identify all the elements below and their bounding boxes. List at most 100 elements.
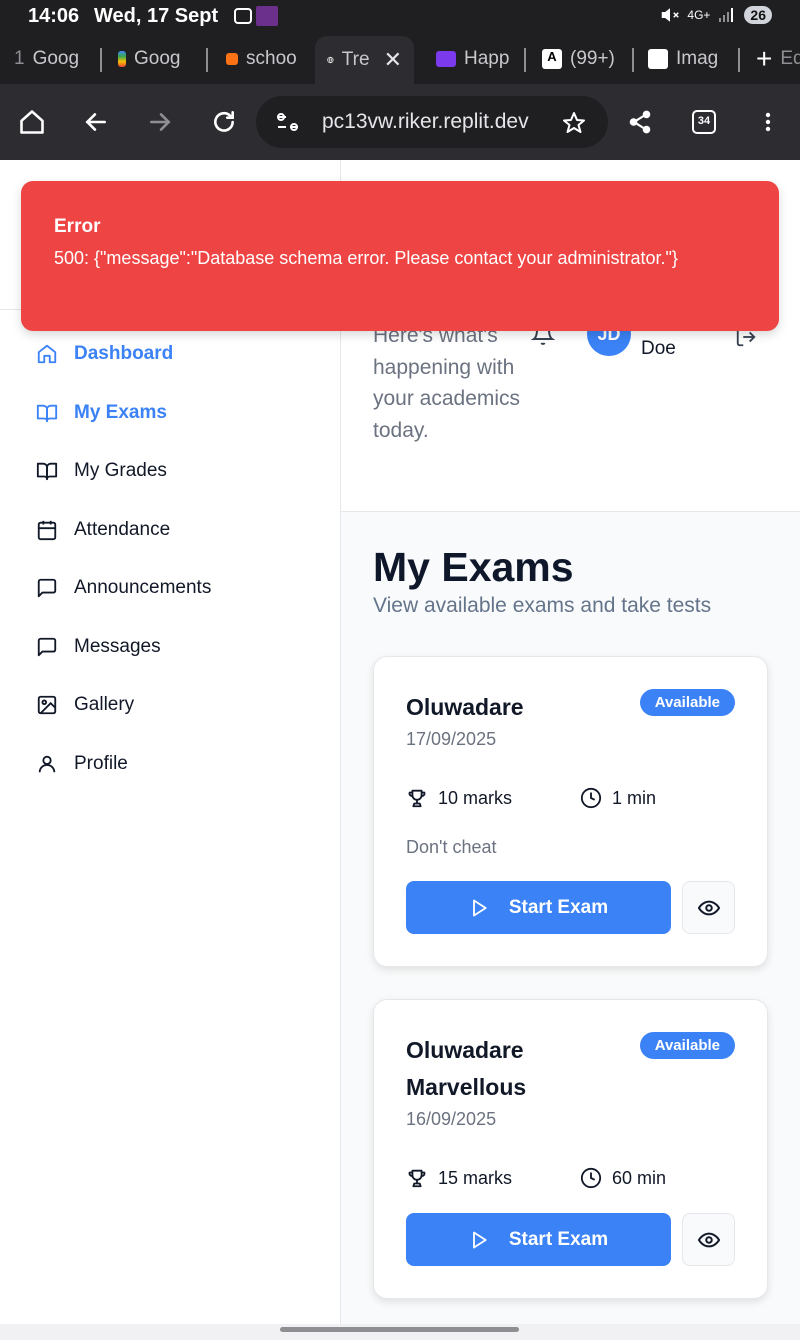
sidebar-item-label: My Grades — [74, 460, 167, 481]
status-badge: Available — [639, 1032, 735, 1059]
start-exam-label: Start Exam — [508, 1228, 609, 1250]
exam-duration-label: 60 min — [612, 1167, 667, 1188]
tab-separator — [206, 48, 208, 72]
browser-tab[interactable]: Goog — [118, 42, 194, 76]
page-title: My Exams — [373, 544, 574, 590]
sidebar-item-announcements[interactable]: Announcements — [36, 577, 211, 599]
browser-tab[interactable]: Imag — [648, 42, 724, 76]
tab-separator — [524, 48, 526, 72]
exam-date: 17/09/2025 — [406, 729, 497, 749]
tab-switcher-button[interactable]: 34 — [692, 110, 716, 134]
browser-tab-strip: 1 Goog Goog schoo Tre ✕ Happ A (99+) Ima… — [0, 34, 800, 84]
clock-icon — [580, 787, 602, 809]
tab-separator — [632, 48, 634, 72]
screenshot-icon — [234, 8, 252, 24]
exam-marks: 10 marks — [406, 787, 512, 809]
page: Dashboard My Exams My Grades Attendance … — [0, 160, 800, 1324]
tab-label: Happ — [464, 48, 510, 69]
trophy-icon — [408, 1169, 426, 1188]
status-badge: Available — [639, 689, 735, 716]
exam-date: 16/09/2025 — [406, 1109, 497, 1129]
browser-tab[interactable]: 1 Goog — [14, 42, 88, 76]
browser-tab[interactable]: Happ — [436, 42, 512, 76]
status-time: 14:06 — [28, 5, 80, 27]
globe-icon — [327, 56, 334, 64]
view-exam-button[interactable] — [682, 1213, 735, 1266]
browser-tab-active[interactable]: Tre ✕ — [315, 36, 414, 84]
play-icon — [472, 899, 487, 916]
sidebar-item-my-exams[interactable]: My Exams — [36, 402, 167, 424]
tab-separator — [100, 48, 102, 72]
address-bar[interactable]: pc13vw.riker.replit.dev — [256, 96, 608, 148]
image-icon — [37, 695, 57, 715]
arrow-left-icon — [85, 113, 106, 131]
main-content: Here's what's happening with your academ… — [341, 160, 800, 1324]
sidebar-item-gallery[interactable]: Gallery — [36, 694, 134, 716]
bookmark-star-icon[interactable] — [562, 111, 586, 135]
status-right: 4G+ 26 — [661, 6, 772, 24]
book-open-icon — [36, 462, 58, 481]
start-exam-button[interactable]: Start Exam — [406, 1213, 671, 1266]
sidebar-item-profile[interactable]: Profile — [36, 753, 128, 775]
overflow-menu-button[interactable] — [750, 104, 786, 140]
exam-card: Oluwadare 17/09/2025 Available 10 marks … — [373, 656, 768, 967]
new-tab-button[interactable]: + Ed — [756, 42, 800, 76]
share-button[interactable] — [622, 104, 658, 140]
page-subtitle: View available exams and take tests — [373, 594, 712, 617]
home-button[interactable] — [14, 104, 50, 140]
battery-indicator: 26 — [744, 6, 772, 24]
school-favicon-icon — [226, 53, 238, 65]
share-icon — [629, 110, 651, 134]
user-icon — [38, 755, 56, 773]
sidebar-item-messages[interactable]: Messages — [36, 636, 161, 658]
exam-marks: 15 marks — [406, 1167, 512, 1189]
sidebar-item-label: Attendance — [74, 519, 171, 540]
home-icon — [37, 344, 57, 364]
eye-icon — [697, 1232, 720, 1247]
reload-icon — [214, 110, 234, 132]
sidebar-item-label: Messages — [74, 636, 161, 657]
sidebar-item-label: My Exams — [74, 402, 167, 423]
tab-label: (99+) — [570, 48, 615, 69]
tab-separator — [738, 48, 740, 72]
book-open-icon — [36, 404, 58, 423]
back-button[interactable] — [78, 104, 114, 140]
sidebar-item-my-grades[interactable]: My Grades — [36, 460, 167, 482]
browser-tab[interactable]: A (99+) — [542, 42, 622, 76]
status-date: Wed, 17 Sept — [94, 5, 219, 27]
status-bar: 14:06 Wed, 17 Sept 4G+ 26 — [0, 0, 800, 34]
flask-favicon-icon — [648, 49, 668, 69]
play-icon — [472, 1231, 487, 1248]
tab-label: Goog — [134, 48, 181, 69]
sidebar-item-dashboard[interactable]: Dashboard — [36, 343, 173, 365]
exam-card: Oluwadare Marvellous 16/09/2025 Availabl… — [373, 999, 768, 1299]
tab-label: Ed — [780, 48, 800, 69]
sidebar-item-label: Dashboard — [74, 343, 174, 364]
signal-icon — [719, 8, 734, 22]
browser-toolbar: pc13vw.riker.replit.dev 34 — [0, 84, 800, 160]
browser-tab[interactable]: schoo — [226, 42, 300, 76]
exam-title: Oluwadare Marvellous — [406, 1037, 527, 1100]
plus-icon: + — [756, 43, 773, 74]
sidebar-item-label: Profile — [74, 753, 128, 774]
jttr-favicon-icon — [436, 51, 456, 67]
reload-button[interactable] — [206, 104, 242, 140]
forward-button[interactable] — [142, 104, 178, 140]
sidebar-item-attendance[interactable]: Attendance — [36, 519, 170, 541]
a-favicon-icon: A — [542, 49, 562, 69]
arrow-right-icon — [150, 113, 171, 131]
start-exam-label: Start Exam — [508, 896, 609, 918]
sidebar-item-label: Announcements — [74, 577, 212, 598]
error-toast[interactable]: Error 500: {"message":"Database schema e… — [21, 181, 779, 331]
exam-marks-label: 15 marks — [438, 1167, 513, 1188]
toast-message: 500: {"message":"Database schema error. … — [54, 248, 678, 268]
close-tab-icon[interactable]: ✕ — [384, 47, 402, 73]
site-settings-icon[interactable] — [276, 111, 300, 133]
view-exam-button[interactable] — [682, 881, 735, 934]
exam-duration: 1 min — [580, 787, 656, 809]
start-exam-button[interactable]: Start Exam — [406, 881, 671, 934]
tab-label: Tre — [341, 49, 370, 70]
home-icon — [20, 110, 44, 134]
tab-label: Goog — [32, 48, 80, 69]
home-indicator[interactable] — [280, 1327, 519, 1332]
